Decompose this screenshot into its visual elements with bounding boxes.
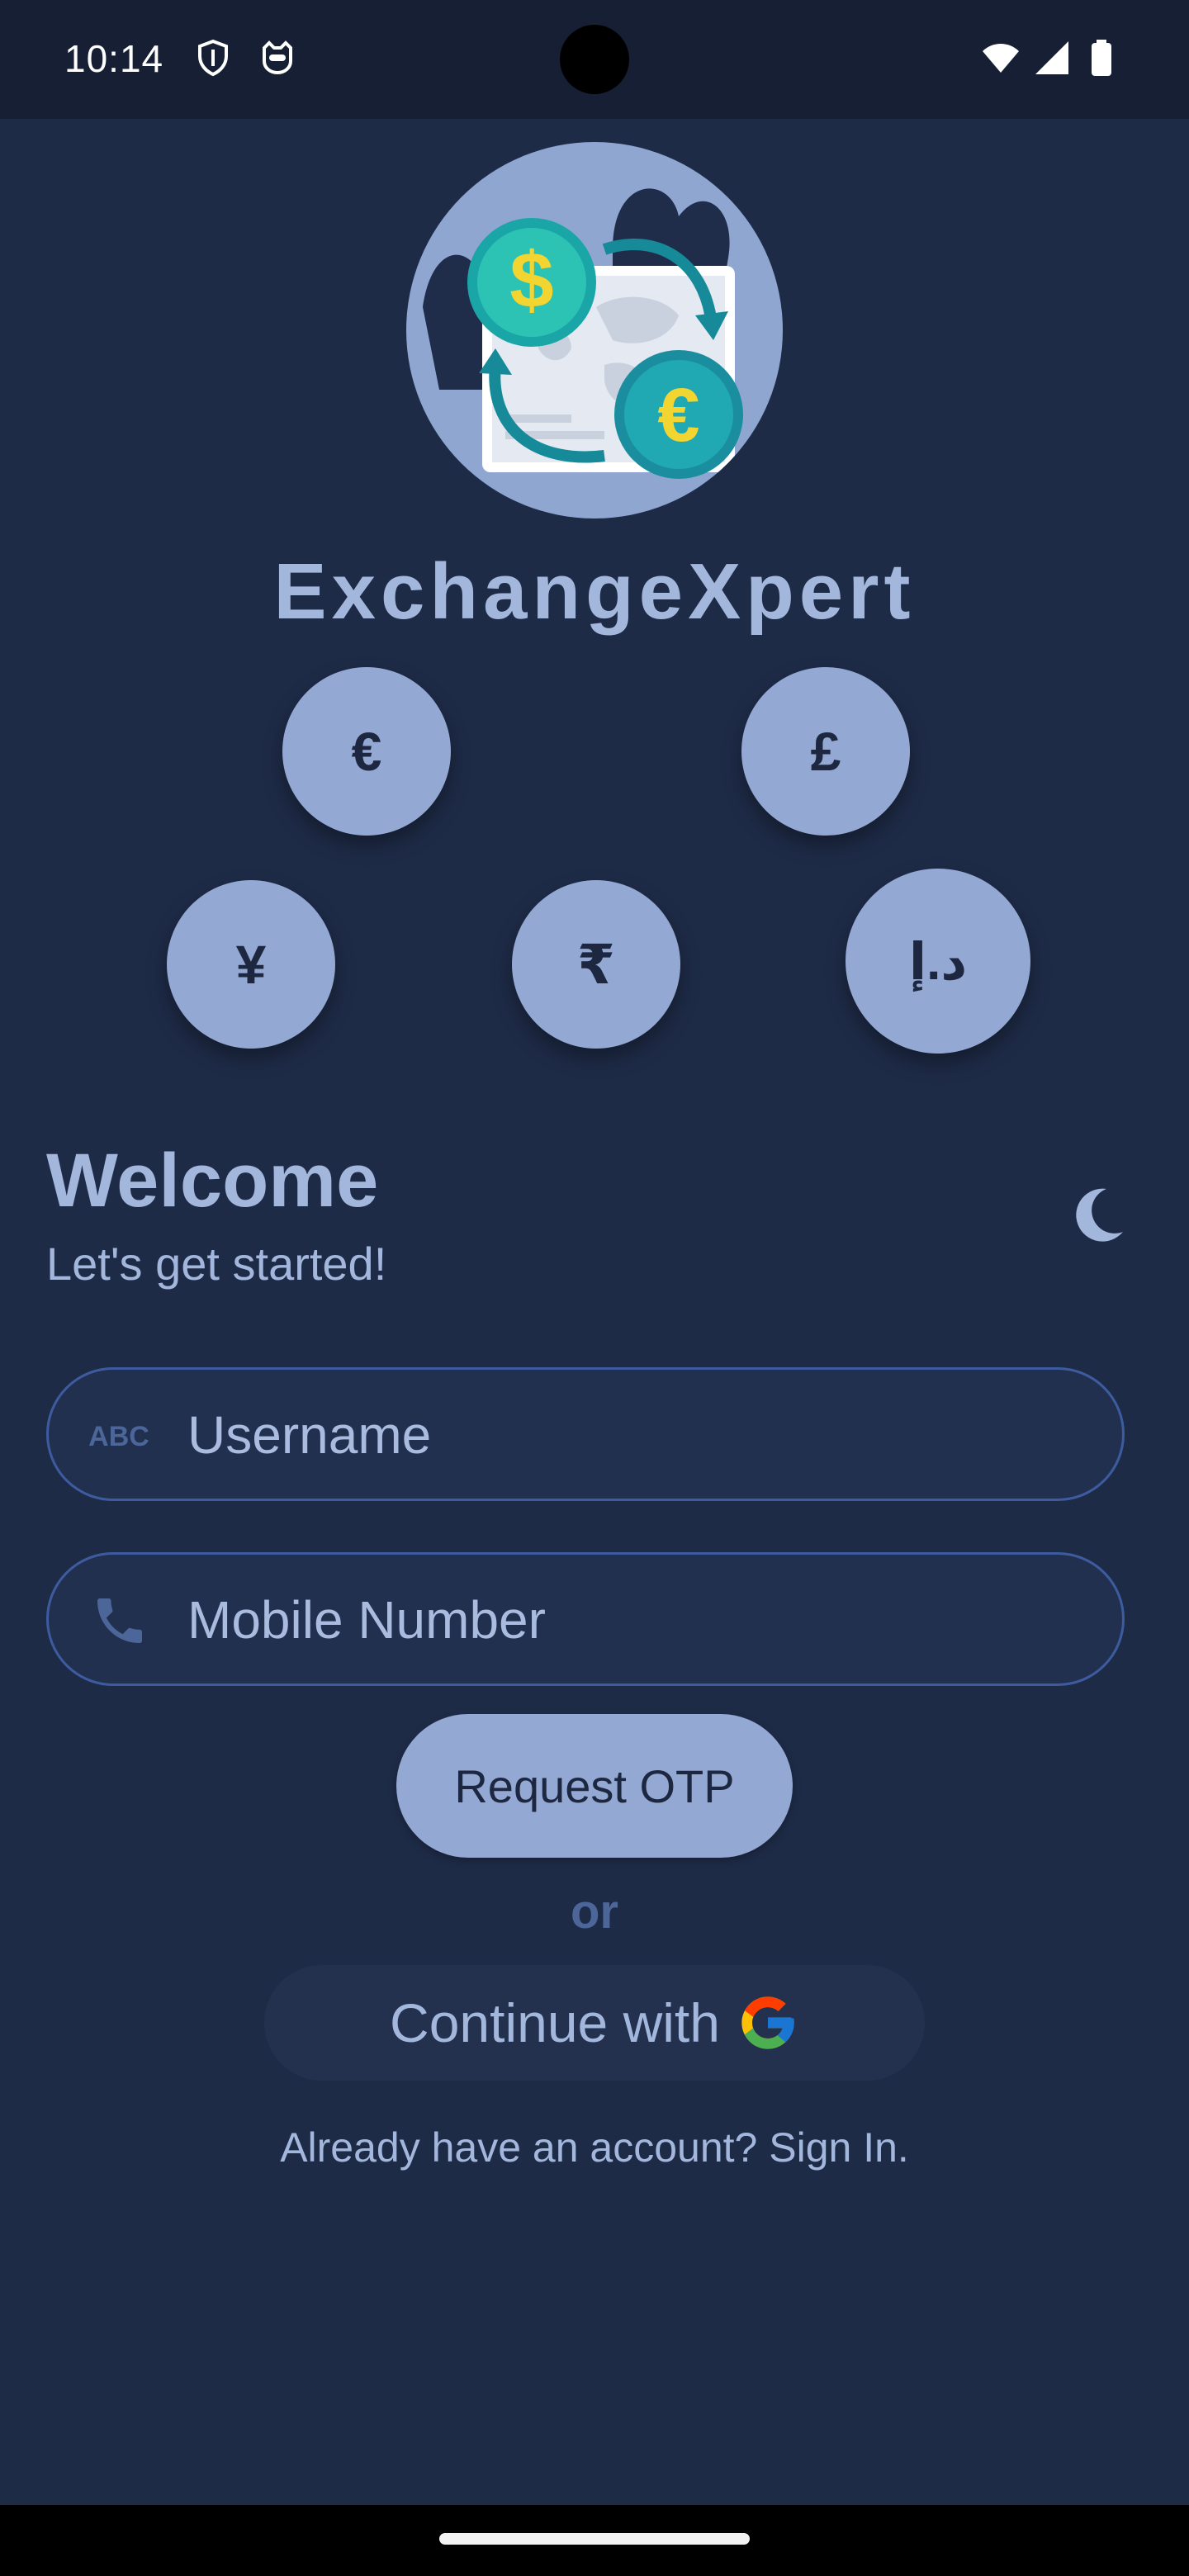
cat-face-icon [263, 40, 292, 75]
svg-text:ABC: ABC [88, 1421, 149, 1452]
navigation-bar [0, 2505, 1189, 2576]
login-screen: 10:14 $ € ExchangeXpert € £ ¥ ₹ د.إ Welc… [0, 0, 1189, 2576]
currency-exchange-icon: $ € [423, 188, 743, 479]
google-button-label: Continue with [390, 1992, 720, 2053]
battery-icon [1092, 40, 1111, 76]
currency-yen-button[interactable]: ¥ [167, 880, 335, 1049]
status-time: 10:14 [64, 37, 164, 80]
svg-text:€: € [657, 373, 699, 457]
continue-with-google-button[interactable]: Continue with [264, 1965, 925, 2081]
currency-dirham-button[interactable]: د.إ [846, 869, 1030, 1054]
signal-icon [1035, 41, 1068, 74]
welcome-title: Welcome [46, 1139, 379, 1223]
home-gesture-handle[interactable] [439, 2533, 750, 2545]
google-icon [741, 1996, 794, 2049]
currency-euro-button[interactable]: € [282, 667, 451, 836]
svg-text:$: $ [509, 236, 553, 324]
moon-icon[interactable] [1063, 1182, 1130, 1248]
or-divider: or [571, 1885, 618, 1939]
username-field[interactable]: ABC [46, 1367, 1125, 1501]
currency-pound-button[interactable]: £ [741, 667, 910, 836]
sign-in-link[interactable]: Already have an account? Sign In. [0, 2124, 1189, 2171]
status-bar: 10:14 [0, 0, 1189, 119]
currency-rupee-button[interactable]: ₹ [512, 880, 680, 1049]
wifi-icon [983, 44, 1019, 73]
phone-icon [97, 1598, 142, 1643]
app-title: ExchangeXpert [273, 547, 916, 636]
app-logo: $ € [406, 142, 783, 519]
username-input[interactable] [186, 1370, 1097, 1500]
abc-text-icon: ABC [88, 1421, 149, 1452]
request-otp-button[interactable]: Request OTP [396, 1714, 793, 1858]
vpn-shield-icon [198, 39, 228, 77]
mobile-field[interactable] [46, 1552, 1125, 1686]
welcome-subtitle: Let's get started! [46, 1238, 387, 1290]
camera-cutout [560, 25, 629, 94]
mobile-number-input[interactable] [186, 1555, 1097, 1685]
